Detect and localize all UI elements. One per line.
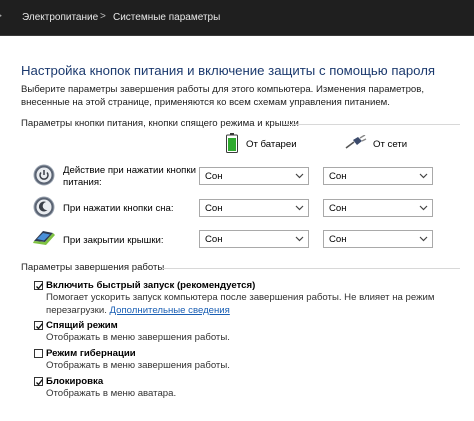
- fast-startup-checkbox[interactable]: [34, 281, 44, 290]
- hibernate-label[interactable]: Режим гибернации: [46, 348, 136, 359]
- hibernate-checkbox[interactable]: [34, 349, 43, 358]
- power-plug-icon: [345, 134, 367, 154]
- select-value: Сон: [205, 203, 223, 214]
- fast-startup-description: Помогает ускорить запуск компьютера посл…: [46, 292, 436, 317]
- sleep-button-battery-select[interactable]: Сон: [199, 199, 309, 217]
- laptop-lid-icon: [31, 227, 57, 249]
- fast-startup-label[interactable]: Включить быстрый запуск (рекомендуется): [46, 280, 255, 291]
- lock-checkbox[interactable]: [34, 377, 44, 386]
- lock-label[interactable]: Блокировка: [46, 376, 103, 387]
- sleep-mode-checkbox[interactable]: [34, 321, 44, 330]
- section-title-shutdown: Параметры завершения работы: [21, 262, 165, 273]
- sleep-button-ac-select[interactable]: Сон: [323, 199, 433, 217]
- select-value: Сон: [205, 171, 223, 182]
- section-divider: [284, 124, 460, 125]
- select-value: Сон: [205, 234, 223, 245]
- sleep-mode-label[interactable]: Спящий режим: [46, 320, 118, 331]
- breadcrumb-separator: >: [0, 11, 2, 22]
- chevron-down-icon: [419, 236, 428, 242]
- checkmark-icon: [36, 323, 44, 330]
- select-value: Сон: [329, 234, 347, 245]
- page-description: Выберите параметры завершения работы для…: [21, 84, 425, 108]
- fast-startup-desc-text: Помогает ускорить запуск компьютера посл…: [46, 292, 435, 316]
- chevron-down-icon: [419, 205, 428, 211]
- section-title-power-buttons: Параметры кнопки питания, кнопки спящего…: [21, 118, 299, 129]
- breadcrumb-separator: >: [100, 11, 106, 22]
- address-bar: > Электропитание > Системные параметры: [0, 0, 474, 36]
- breadcrumb-item-system-settings[interactable]: Системные параметры: [113, 12, 220, 23]
- lid-close-ac-select[interactable]: Сон: [323, 230, 433, 248]
- battery-icon: [226, 133, 238, 158]
- row-label-sleep-button: При нажатии кнопки сна:: [63, 203, 174, 214]
- row-label-power-button: Действие при нажатии кнопки питания:: [63, 165, 196, 188]
- chevron-down-icon: [295, 236, 304, 242]
- chevron-down-icon: [419, 173, 428, 179]
- chevron-down-icon: [295, 173, 304, 179]
- lid-close-battery-select[interactable]: Сон: [199, 230, 309, 248]
- more-info-link[interactable]: Дополнительные сведения: [110, 305, 230, 316]
- checkmark-icon: [36, 283, 44, 290]
- select-value: Сон: [329, 203, 347, 214]
- chevron-down-icon: [295, 205, 304, 211]
- lock-description: Отображать в меню аватара.: [46, 388, 177, 399]
- column-header-ac: От сети: [373, 139, 408, 150]
- sleep-button-icon: [33, 196, 55, 218]
- breadcrumb-item-power-options[interactable]: Электропитание: [22, 12, 98, 23]
- power-button-ac-select[interactable]: Сон: [323, 167, 433, 185]
- checkmark-icon: [36, 379, 44, 386]
- sleep-mode-description: Отображать в меню завершения работы.: [46, 332, 230, 343]
- row-label-lid-close: При закрытии крышки:: [63, 235, 164, 246]
- hibernate-description: Отображать в меню завершения работы.: [46, 360, 230, 371]
- page-title: Настройка кнопок питания и включение защ…: [21, 63, 436, 78]
- select-value: Сон: [329, 171, 347, 182]
- power-button-battery-select[interactable]: Сон: [199, 167, 309, 185]
- column-header-battery: От батареи: [246, 139, 297, 150]
- section-divider: [162, 268, 460, 269]
- power-button-icon: [33, 164, 55, 186]
